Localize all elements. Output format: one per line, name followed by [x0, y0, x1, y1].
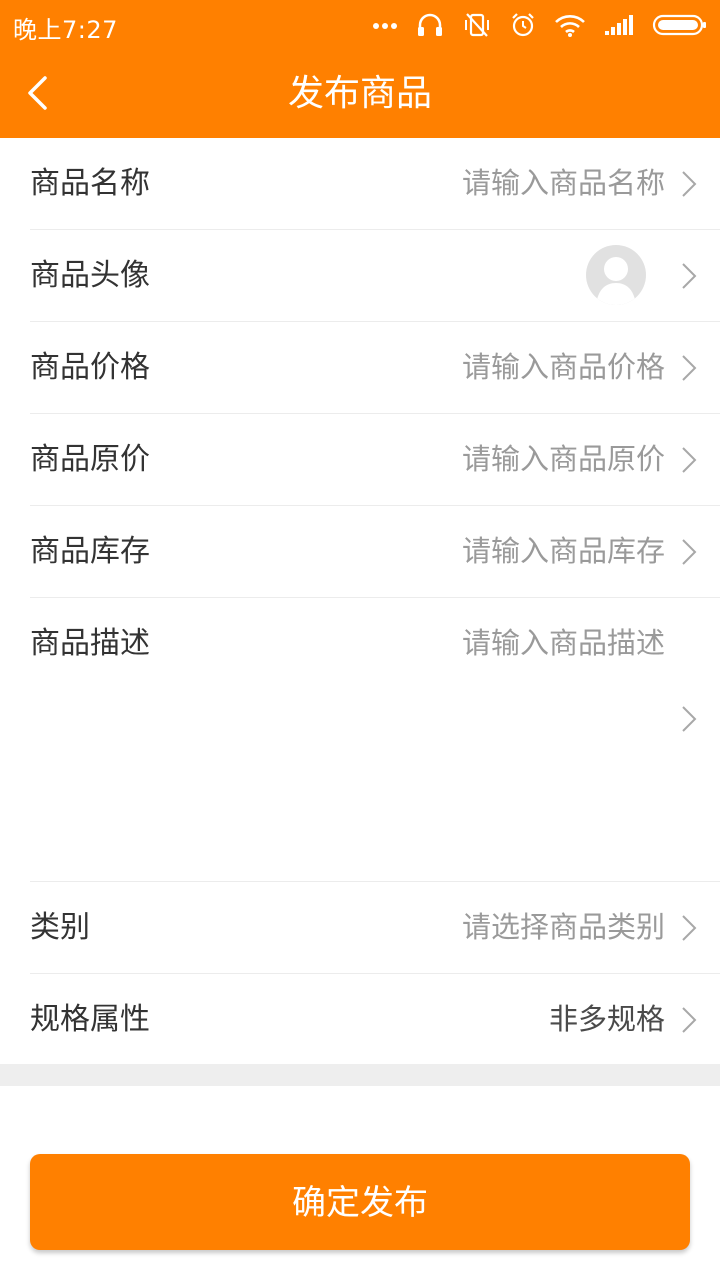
product-form: 商品名称 请输入商品名称 商品头像 商品价格 请输入商品价格 商品原价 请输入商…: [0, 138, 720, 1065]
chevron-right-icon: [682, 915, 697, 941]
row-label: 商品库存: [30, 534, 150, 569]
product-price-input[interactable]: 请输入商品价格: [462, 322, 665, 413]
page-title: 发布商品: [287, 73, 432, 114]
row-label: 商品描述: [30, 626, 150, 661]
vibrate-off-icon: [465, 13, 489, 37]
chevron-right-icon: [682, 171, 697, 197]
chevron-right-icon: [682, 706, 697, 732]
row-product-price[interactable]: 商品价格 请输入商品价格: [30, 322, 720, 414]
clipped-content: [30, 1118, 170, 1128]
headphones-icon: [418, 13, 442, 36]
row-label: 规格属性: [30, 1002, 150, 1037]
section-divider: [0, 1064, 720, 1086]
more-dots-icon: [373, 23, 397, 29]
row-spec-attributes[interactable]: 规格属性 非多规格: [30, 974, 720, 1065]
description-input[interactable]: 请输入商品描述: [462, 598, 665, 689]
chevron-right-icon: [682, 355, 697, 381]
row-label: 商品头像: [30, 258, 150, 293]
default-avatar-icon[interactable]: [586, 245, 646, 305]
original-price-input[interactable]: 请输入商品原价: [462, 414, 665, 505]
wifi-icon: [555, 15, 585, 37]
spec-attributes-value[interactable]: 非多规格: [549, 974, 665, 1065]
status-icons: [372, 8, 708, 42]
row-stock[interactable]: 商品库存 请输入商品库存: [30, 506, 720, 598]
status-bar: 晚上7:27: [0, 0, 720, 50]
row-original-price[interactable]: 商品原价 请输入商品原价: [30, 414, 720, 506]
chevron-right-icon: [682, 447, 697, 473]
category-select[interactable]: 请选择商品类别: [462, 882, 665, 973]
status-time: 晚上7:27: [13, 16, 118, 44]
chevron-right-icon: [682, 539, 697, 565]
row-label: 商品名称: [30, 166, 150, 201]
row-category[interactable]: 类别 请选择商品类别: [30, 882, 720, 974]
signal-icon: [605, 15, 633, 35]
publish-button[interactable]: 确定发布: [30, 1154, 690, 1250]
chevron-right-icon: [682, 263, 697, 289]
row-product-name[interactable]: 商品名称 请输入商品名称: [30, 138, 720, 230]
row-label: 类别: [30, 910, 90, 945]
row-description[interactable]: 商品描述 请输入商品描述: [30, 598, 720, 882]
chevron-right-icon: [682, 1007, 697, 1033]
row-label: 商品价格: [30, 350, 150, 385]
product-name-input[interactable]: 请输入商品名称: [462, 138, 665, 229]
nav-bar: 发布商品: [0, 50, 720, 138]
alarm-icon: [512, 13, 534, 37]
battery-icon: [652, 14, 706, 36]
stock-input[interactable]: 请输入商品库存: [462, 506, 665, 597]
row-label: 商品原价: [30, 442, 150, 477]
row-product-avatar[interactable]: 商品头像: [30, 230, 720, 322]
